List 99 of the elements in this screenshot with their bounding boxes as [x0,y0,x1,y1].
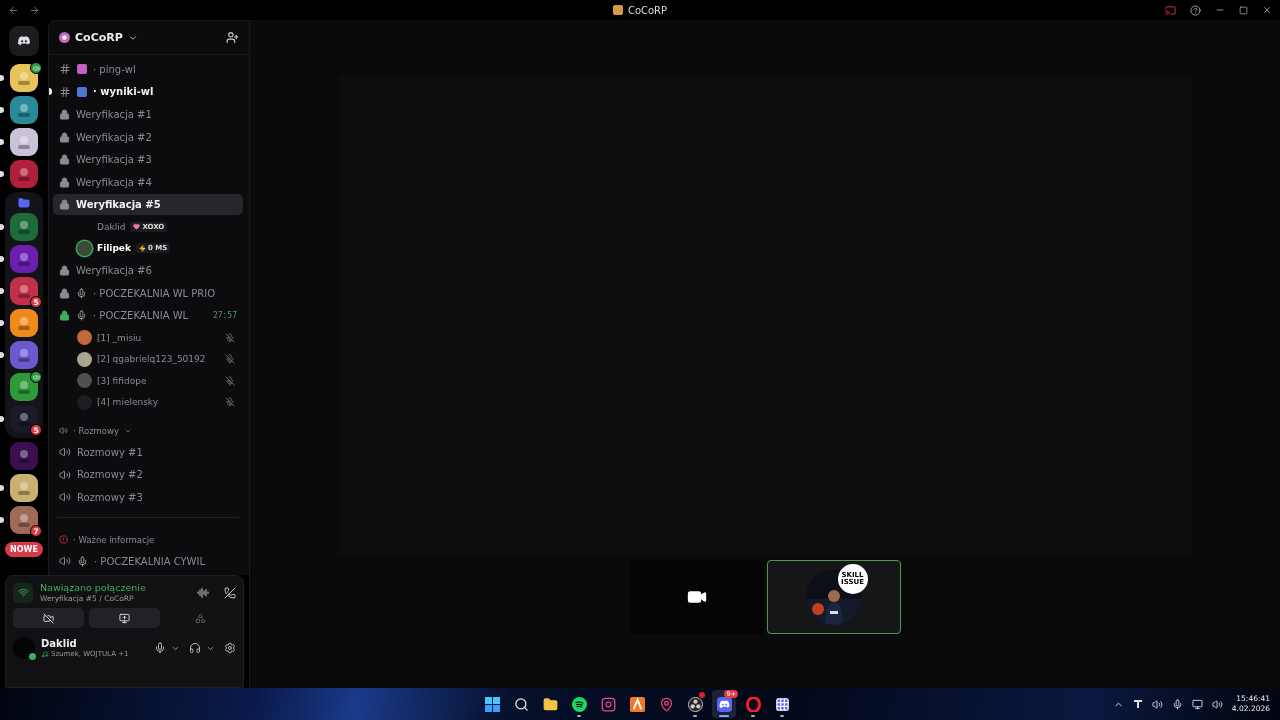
timer: 27:57 [212,311,237,321]
server-icon[interactable] [10,96,38,124]
channel-item[interactable]: Weryfikacja #5 [53,194,243,216]
server-icon[interactable] [10,309,38,337]
alert-icon [59,535,68,545]
cast-icon[interactable] [1165,4,1176,16]
opera-icon [745,696,761,712]
noise-suppression-icon[interactable] [197,586,209,599]
headphones-icon[interactable] [189,642,201,654]
server-icon[interactable] [10,474,38,502]
back-icon[interactable] [8,4,19,16]
obs-icon [687,696,703,712]
lock-icon [59,264,70,276]
connection-status: Nawiązano połączenie [40,582,147,593]
volume-icon[interactable] [1211,698,1223,710]
channel-item[interactable]: Rozmowy #2 [53,464,243,486]
channel-item[interactable]: Rozmowy #1 [53,441,243,463]
channel-item[interactable]: · POCZEKALNIA WL PRIO [53,282,243,304]
hash-icon [59,63,71,76]
microphone-icon [76,287,87,299]
channel-category[interactable]: · Ważne informacje [53,529,243,550]
speaker-icon [59,446,71,459]
new-button[interactable]: NOWE [5,542,43,557]
channel-item[interactable]: · POCZEKALNIA WL 27:57 [53,305,243,327]
window-title: CoCoRP [627,4,668,16]
folder-icon [542,696,558,712]
channel-item[interactable]: · wyniki-wl [53,81,243,103]
camera-button[interactable] [13,608,84,628]
instagram-icon [600,696,616,712]
lightning-icon [138,244,146,252]
server-icon[interactable] [10,64,38,92]
server-icon[interactable] [10,405,38,433]
voice-member[interactable]: [3] fifidope [53,369,243,392]
voice-member[interactable]: [4] mielensky [53,391,243,413]
lock-icon [59,287,70,299]
user-name: Daklid [41,638,78,649]
channel-item[interactable]: · POCZEKALNIA CYWIL [53,550,243,572]
channel-item[interactable]: Weryfikacja #6 [53,259,243,281]
server-icon[interactable] [10,128,38,156]
server-header[interactable]: CoCoRP [49,21,249,55]
server-icon[interactable] [10,506,38,534]
app-icon [612,5,623,15]
app-tray-icon [1132,699,1143,709]
hash-icon [59,85,71,98]
lock-icon [59,199,70,211]
speaker-icon [59,555,71,567]
channel-category[interactable]: · Rozmowy [53,420,243,441]
lock-icon [59,176,70,188]
lock-icon [59,109,70,120]
voice-member[interactable]: [2] qgabrielq123_50192 [53,348,243,370]
close-icon[interactable] [1262,5,1272,15]
channel-item[interactable]: · ping-wl [53,58,243,80]
windows-icon [484,696,500,712]
channel-item[interactable]: Rozmowy #3 [53,486,243,508]
server-icon[interactable] [10,341,38,369]
invite-icon[interactable] [226,31,239,44]
microphone-icon [76,310,87,322]
server-icon[interactable] [10,373,38,401]
settings-icon[interactable] [224,642,236,654]
channel-item[interactable]: Weryfikacja #1 [53,104,243,125]
disconnect-icon[interactable] [224,586,236,599]
grid-icon [774,696,790,712]
speaker-icon[interactable] [1151,698,1163,710]
discord-icon [716,696,732,712]
microphone-icon[interactable] [1171,698,1183,710]
voice-member[interactable]: [1] _misiu [53,326,243,349]
heart-icon [133,223,141,231]
emoji-icon [77,86,87,97]
music-icon [41,650,48,658]
server-icon[interactable] [10,213,38,241]
search-icon [513,696,529,712]
video-tile[interactable] [629,560,764,634]
channel-item[interactable]: Weryfikacja #4 [53,171,243,193]
maximize-icon[interactable] [1239,5,1248,15]
connection-icon [13,582,33,603]
screen-share-icon [119,612,130,624]
screen-button[interactable] [89,608,160,628]
server-icon[interactable] [10,277,38,305]
lock-icon [59,154,70,166]
server-logo-icon [59,32,70,43]
speaker-icon [59,491,71,504]
speaker-icon [59,426,68,436]
channel-item[interactable]: Weryfikacja #2 [53,126,243,148]
spotify-icon [571,696,587,712]
home-button[interactable] [9,26,39,56]
map-pin-icon [658,696,674,712]
shapes-icon [195,612,206,624]
microphone-icon [77,555,88,567]
microphone-icon[interactable] [154,642,166,654]
channel-item[interactable]: Weryfikacja #3 [53,149,243,171]
server-icon[interactable] [10,160,38,188]
speaker-icon [59,468,71,481]
monitor-icon[interactable] [1191,698,1203,710]
help-icon[interactable] [1190,4,1201,16]
camera-off-icon [43,612,54,624]
emoji-icon [77,64,87,75]
app-icon [629,696,645,712]
forward-icon[interactable] [29,4,40,16]
lock-icon [59,131,70,143]
